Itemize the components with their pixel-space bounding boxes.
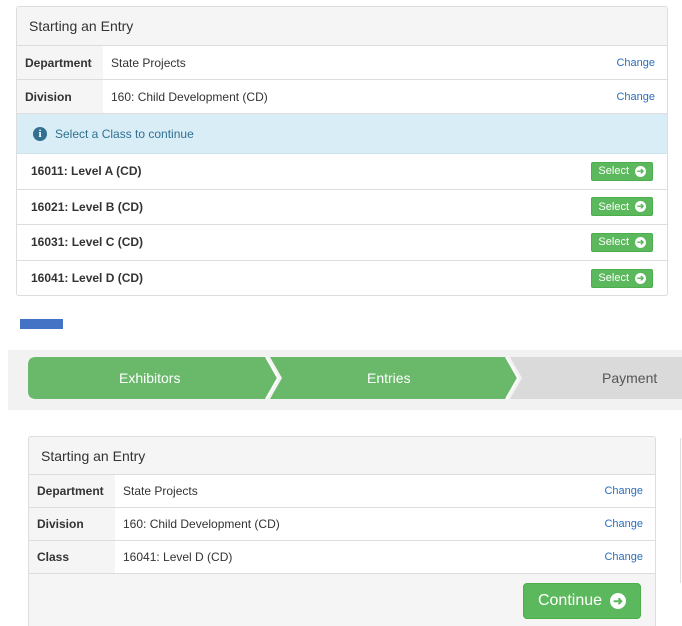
class-name: 16011: Level A (CD)	[31, 164, 142, 179]
change-division-link[interactable]: Change	[604, 508, 655, 540]
division-row: Division 160: Child Development (CD) Cha…	[29, 508, 655, 541]
class-selection-panel: Starting an Entry Department State Proje…	[16, 6, 668, 296]
class-name: 16041: Level D (CD)	[31, 271, 144, 286]
change-class-link[interactable]: Change	[604, 541, 655, 573]
department-label: Department	[17, 46, 103, 79]
select-class-16021-button[interactable]: Select ➜	[591, 197, 653, 217]
select-class-16041-button[interactable]: Select ➜	[591, 268, 653, 288]
step-payment: Payment	[602, 370, 658, 386]
select-button-label: Select	[598, 236, 629, 249]
select-button-label: Select	[598, 165, 629, 178]
step-entries[interactable]: Entries	[367, 370, 411, 386]
department-value: State Projects	[111, 55, 186, 70]
class-name: 16021: Level B (CD)	[31, 199, 144, 214]
panel-title: Starting an Entry	[17, 7, 667, 46]
change-department-link[interactable]: Change	[616, 46, 667, 79]
division-label: Division	[17, 80, 103, 113]
select-class-alert: i Select a Class to continue	[17, 114, 667, 154]
arrow-right-circle-icon: ➜	[635, 165, 646, 177]
division-row: Division 160: Child Development (CD) Cha…	[17, 80, 667, 114]
continue-button-label: Continue	[537, 592, 603, 609]
arrow-right-circle-icon: ➜	[635, 272, 646, 284]
class-row-16011: 16011: Level A (CD) Select ➜	[17, 154, 667, 190]
class-value: 16041: Level D (CD)	[123, 550, 233, 564]
arrow-right-circle-icon: ➜	[610, 593, 627, 609]
step-exhibitors[interactable]: Exhibitors	[119, 370, 180, 386]
division-value: 160: Child Development (CD)	[111, 89, 268, 104]
class-label: Class	[29, 541, 115, 573]
department-row: Department State Projects Change	[29, 475, 655, 508]
continue-button[interactable]: Continue ➜	[523, 583, 641, 619]
department-label: Department	[29, 475, 115, 507]
panel-title: Starting an Entry	[29, 437, 655, 475]
division-value: 160: Child Development (CD)	[123, 517, 280, 531]
arrow-right-circle-icon: ➜	[635, 201, 646, 213]
entry-summary-panel: Starting an Entry Department State Proje…	[28, 436, 656, 626]
step-progress-bar: Exhibitors Entries Payment	[8, 350, 682, 410]
adjacent-panel-edge	[680, 438, 681, 583]
class-row-16031: 16031: Level C (CD) Select ➜	[17, 225, 667, 261]
department-value: State Projects	[123, 484, 198, 498]
change-department-link[interactable]: Change	[604, 475, 655, 507]
select-button-label: Select	[598, 272, 629, 285]
department-row: Department State Projects Change	[17, 46, 667, 80]
select-class-16011-button[interactable]: Select ➜	[591, 161, 653, 181]
divider-bar	[20, 319, 63, 329]
step-progress-shapes	[28, 356, 682, 400]
alert-text: Select a Class to continue	[55, 126, 194, 141]
class-name: 16031: Level C (CD)	[31, 235, 144, 250]
class-row: Class 16041: Level D (CD) Change	[29, 541, 655, 574]
class-row-16041: 16041: Level D (CD) Select ➜	[17, 261, 667, 296]
panel-footer: Continue ➜	[29, 574, 655, 626]
division-label: Division	[29, 508, 115, 540]
select-button-label: Select	[598, 200, 629, 213]
change-division-link[interactable]: Change	[616, 80, 667, 113]
arrow-right-circle-icon: ➜	[635, 236, 646, 248]
select-class-16031-button[interactable]: Select ➜	[591, 232, 653, 252]
class-row-16021: 16021: Level B (CD) Select ➜	[17, 190, 667, 225]
info-circle-icon: i	[33, 126, 47, 141]
